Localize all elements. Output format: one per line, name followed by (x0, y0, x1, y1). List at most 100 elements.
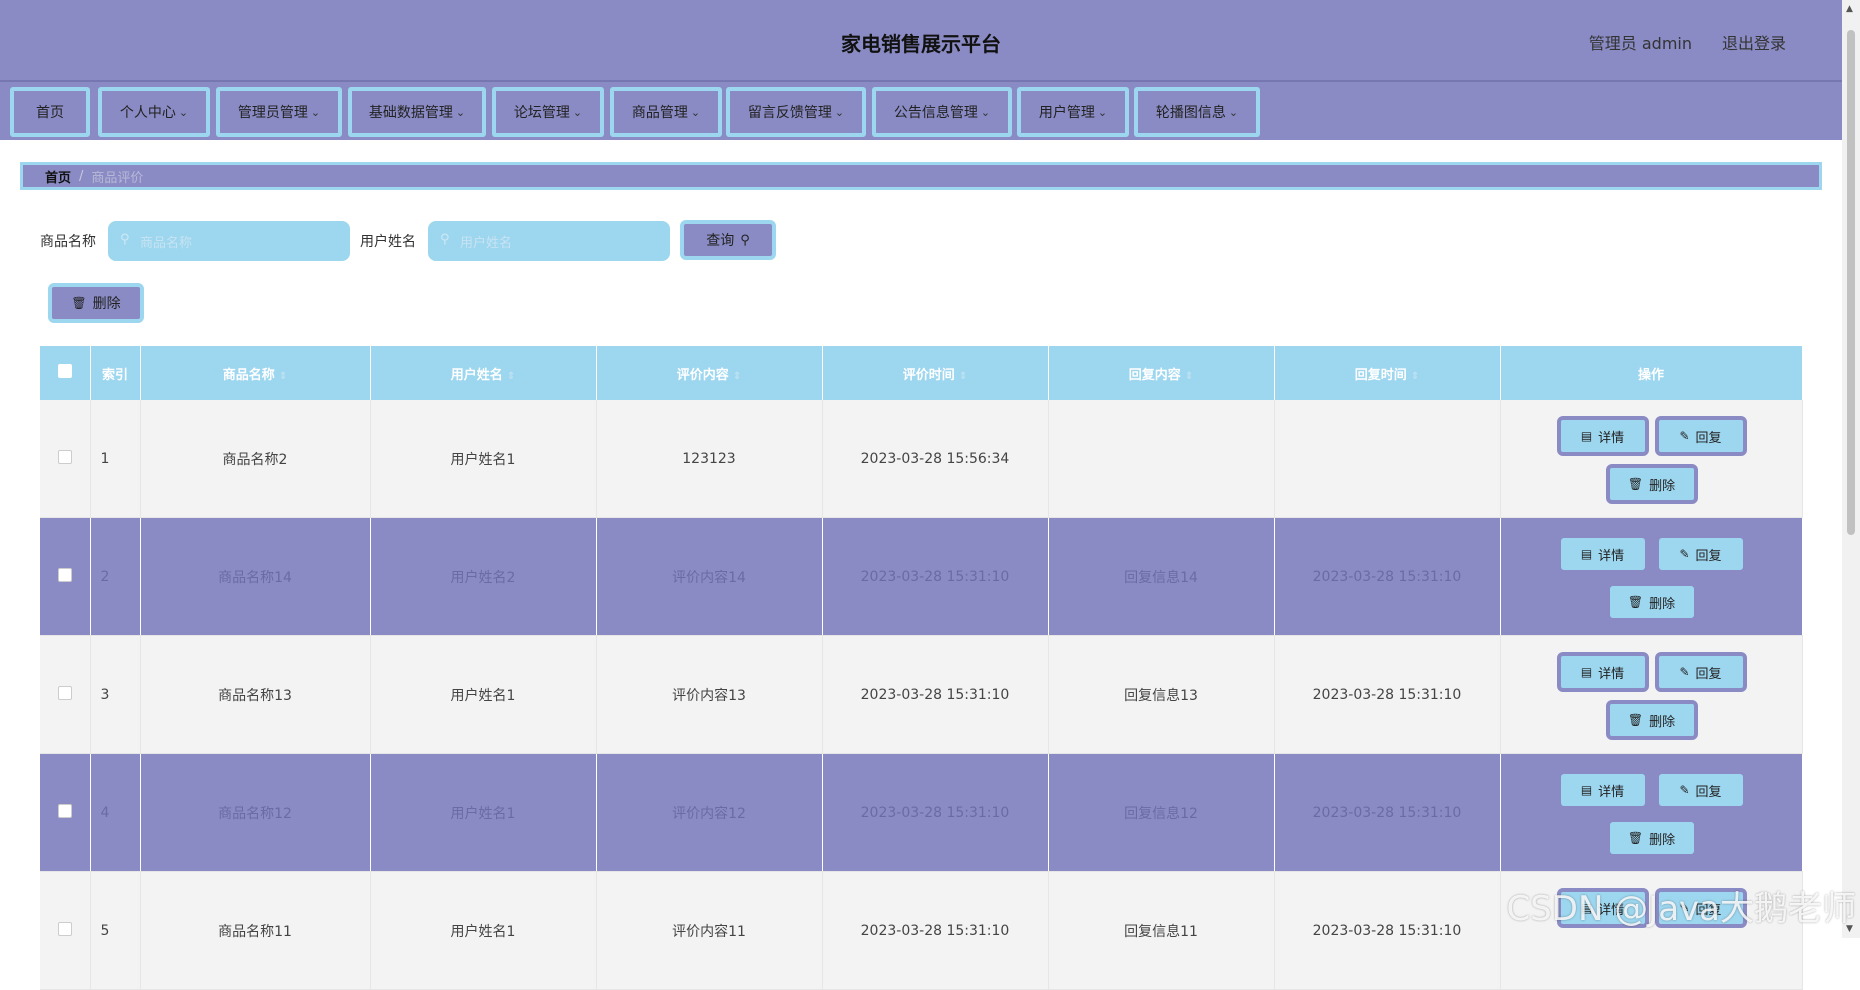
logout-link[interactable]: 退出登录 (1722, 30, 1786, 54)
delete-button[interactable]: 🗑 删除 (1610, 586, 1694, 618)
reply-label: 回复 (1696, 427, 1722, 446)
nav-label: 首页 (36, 102, 64, 122)
trash-icon: 🗑 (1628, 477, 1643, 491)
column-header[interactable]: 回复内容⇕ (1048, 346, 1274, 400)
sort-icon[interactable]: ⇕ (279, 371, 287, 382)
cell-actions: ▤ 详情 ✎ 回复 🗑删除 (1500, 400, 1802, 518)
nav-label: 商品管理 (632, 102, 688, 122)
breadcrumb-home[interactable]: 首页 (45, 167, 71, 186)
nav-item-forum[interactable]: 论坛管理⌄ (492, 87, 604, 137)
cell-content: 评价内容11 (596, 872, 822, 990)
row-select-cell (40, 636, 90, 754)
chevron-down-icon: ⌄ (456, 106, 465, 119)
select-all-checkbox[interactable] (58, 364, 72, 378)
cell-index: 3 (90, 636, 140, 754)
trash-icon: 🗑 (1628, 595, 1643, 609)
cell-product: 商品名称2 (140, 400, 370, 518)
nav-item-base-data[interactable]: 基础数据管理⌄ (348, 87, 486, 137)
reply-button[interactable]: ✎回复 (1659, 538, 1743, 570)
search-icon: ⚲ (440, 232, 450, 247)
row-select-cell (40, 400, 90, 518)
sort-icon[interactable]: ⇕ (1411, 371, 1419, 382)
nav-item-profile[interactable]: 个人中心⌄ (98, 87, 210, 137)
cell-content: 评价内容14 (596, 518, 822, 636)
chevron-down-icon: ⌄ (179, 106, 188, 119)
column-header[interactable]: 回复时间 ⇕ (1274, 346, 1500, 400)
delete-label: 删除 (1649, 711, 1675, 730)
nav-label: 用户管理 (1039, 102, 1095, 122)
vertical-scrollbar[interactable]: ▲ ▼ (1842, 0, 1860, 938)
reply-button[interactable]: ✎ 回复 (1659, 774, 1743, 806)
cell-content: 评价内容13 (596, 636, 822, 754)
current-user: 管理员 admin (1589, 30, 1692, 54)
edit-icon: ✎ (1679, 783, 1689, 797)
chevron-down-icon: ⌄ (981, 106, 990, 119)
reply-label: 回复 (1696, 781, 1722, 800)
nav-label: 公告信息管理 (894, 102, 978, 122)
nav-item-home[interactable]: 首页 (10, 87, 90, 137)
product-name-input[interactable]: ⚲ 商品名称 (108, 221, 350, 261)
user-name-input[interactable]: ⚲ 用户姓名 (428, 221, 670, 261)
cell-reply: 回复信息11 (1048, 872, 1274, 990)
nav-label: 管理员管理 (238, 102, 308, 122)
delete-button[interactable]: 🗑删除 (1606, 700, 1698, 740)
nav-item-admin[interactable]: 管理员管理⌄ (216, 87, 342, 137)
top-header: 家电销售展示平台 管理员 admin 退出登录 (0, 0, 1842, 82)
delete-label: 删除 (1649, 593, 1675, 612)
edit-icon: ✎ (1679, 429, 1689, 443)
cell-reply-time: 2023-03-28 15:31:10 (1274, 518, 1500, 636)
cell-reply-time: 2023-03-28 15:31:10 (1274, 636, 1500, 754)
sort-icon[interactable]: ⇕ (733, 371, 741, 382)
nav-label: 基础数据管理 (369, 102, 453, 122)
column-header[interactable]: 用户姓名⇕ (370, 346, 596, 400)
reply-button[interactable]: ✎回复 (1655, 652, 1747, 692)
nav-item-carousel[interactable]: 轮播图信息⌄ (1134, 87, 1260, 137)
scrollbar-thumb[interactable] (1847, 30, 1855, 535)
row-checkbox[interactable] (58, 568, 72, 582)
nav-item-feedback[interactable]: 留言反馈管理⌄ (726, 87, 866, 137)
row-checkbox[interactable] (58, 804, 72, 818)
detail-button[interactable]: ▤ 详情 (1557, 416, 1649, 456)
nav-label: 轮播图信息 (1156, 102, 1226, 122)
delete-button[interactable]: 🗑删除 (1610, 822, 1694, 854)
detail-label: 详情 (1598, 427, 1624, 446)
detail-button[interactable]: ▤详情 (1557, 652, 1649, 692)
column-label: 评价内容 (677, 368, 729, 383)
row-checkbox[interactable] (58, 686, 72, 700)
detail-button[interactable]: ▤详情 (1561, 774, 1645, 806)
cell-actions: ▤详情 ✎回复 🗑 删除 (1500, 518, 1802, 636)
cell-time: 2023-03-28 15:31:10 (822, 636, 1048, 754)
scroll-up-arrow-icon[interactable]: ▲ (1846, 4, 1853, 14)
row-select-cell (40, 518, 90, 636)
nav-item-users[interactable]: 用户管理⌄ (1017, 87, 1129, 137)
delete-button[interactable]: 🗑删除 (1606, 464, 1698, 504)
nav-item-products[interactable]: 商品管理⌄ (610, 87, 722, 137)
reply-button[interactable]: ✎ 回复 (1655, 416, 1747, 456)
column-header[interactable]: 评价内容 ⇕ (596, 346, 822, 400)
breadcrumb: 首页 / 商品评价 (20, 162, 1822, 190)
product-name-label: 商品名称 (40, 231, 96, 251)
row-select-cell (40, 754, 90, 872)
document-icon: ▤ (1581, 783, 1592, 797)
row-checkbox[interactable] (58, 450, 72, 464)
document-icon: ▤ (1581, 429, 1592, 443)
bulk-delete-button[interactable]: 🗑 删除 (48, 283, 144, 323)
sort-icon[interactable]: ⇕ (1185, 371, 1193, 382)
query-button[interactable]: 查询 ⚲ (680, 220, 776, 260)
row-select-cell (40, 872, 90, 990)
table-row: 4 商品名称12 用户姓名1 评价内容12 2023-03-28 15:31:1… (40, 754, 1802, 872)
nav-label: 留言反馈管理 (748, 102, 832, 122)
delete-label: 删除 (1649, 829, 1675, 848)
detail-button[interactable]: ▤详情 (1561, 538, 1645, 570)
column-header[interactable]: 商品名称⇕ (140, 346, 370, 400)
sort-icon[interactable]: ⇕ (959, 371, 967, 382)
chevron-down-icon: ⌄ (691, 106, 700, 119)
row-checkbox[interactable] (58, 922, 72, 936)
cell-product: 商品名称11 (140, 872, 370, 990)
product-name-placeholder: 商品名称 (140, 232, 192, 251)
column-label: 回复时间 (1355, 368, 1407, 383)
column-header[interactable]: 评价时间⇕ (822, 346, 1048, 400)
sort-icon[interactable]: ⇕ (507, 371, 515, 382)
select-all-cell (40, 346, 90, 400)
nav-item-notices[interactable]: 公告信息管理⌄ (872, 87, 1012, 137)
